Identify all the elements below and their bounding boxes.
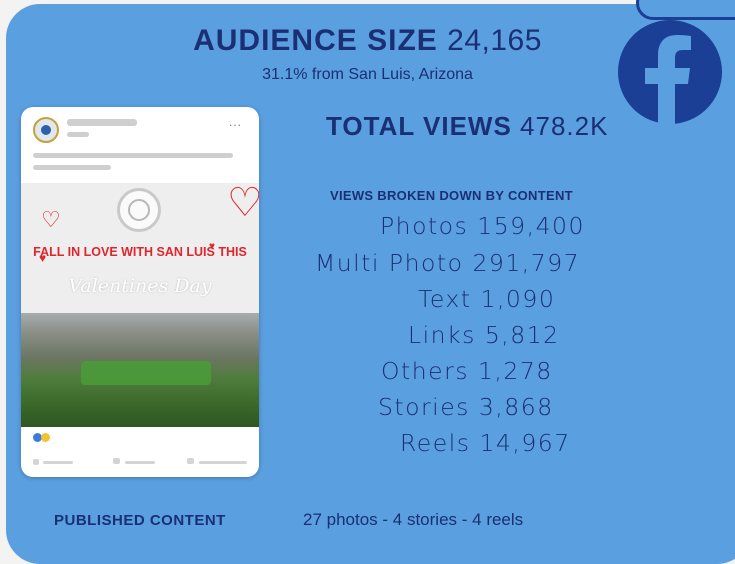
heart-icon: ♡ bbox=[227, 181, 259, 225]
total-views: TOTAL VIEWS 478.2K bbox=[326, 111, 608, 142]
comment-icon bbox=[113, 458, 120, 464]
breakdown-label: Multi Photo bbox=[315, 249, 464, 277]
placeholder-bar bbox=[125, 461, 155, 464]
breakdown-label: Text bbox=[418, 285, 472, 313]
audience-size-value: 24,165 bbox=[447, 24, 542, 57]
audience-subtitle: 31.1% from San Luis, Arizona bbox=[262, 66, 473, 83]
placeholder-bar bbox=[33, 165, 111, 170]
post-image: ♡ ♥ ♥ ♡ FALL IN LOVE WITH SAN LUIS THIS … bbox=[21, 183, 259, 477]
breakdown-row-links: Links 5,812 bbox=[408, 321, 560, 349]
breakdown-row-photos: Photos 159,400 bbox=[380, 212, 585, 240]
total-views-label: TOTAL VIEWS bbox=[326, 111, 512, 141]
more-options-icon: ... bbox=[229, 115, 243, 129]
breakdown-value: 3,868 bbox=[478, 393, 554, 421]
breakdown-label: Photos bbox=[380, 212, 469, 240]
decorative-frame bbox=[636, 0, 735, 20]
avatar bbox=[33, 117, 59, 143]
placeholder-bar bbox=[67, 132, 89, 137]
placeholder-bar bbox=[33, 153, 233, 158]
published-content-value: 27 photos - 4 stories - 4 reels bbox=[303, 510, 524, 529]
breakdown-value: 291,797 bbox=[472, 249, 581, 277]
breakdown-row-text: Text 1,090 bbox=[418, 285, 555, 313]
love-reaction-icon bbox=[41, 433, 50, 442]
placeholder-bar bbox=[67, 119, 137, 126]
post-script-text: Valentines Day bbox=[68, 275, 212, 297]
city-seal-icon bbox=[117, 188, 161, 232]
breakdown-label: Others bbox=[381, 357, 469, 385]
heart-icon: ♡ bbox=[41, 207, 61, 232]
breakdown-heading: VIEWS BROKEN DOWN BY CONTENT bbox=[330, 188, 573, 203]
like-icon bbox=[33, 459, 39, 465]
breakdown-label: Links bbox=[408, 321, 476, 349]
breakdown-row-stories: Stories 3,868 bbox=[378, 393, 554, 421]
breakdown-label: Stories bbox=[378, 393, 470, 421]
share-icon bbox=[187, 458, 194, 464]
placeholder-bar bbox=[43, 461, 73, 464]
breakdown-row-reels: Reels 14,967 bbox=[400, 429, 571, 457]
breakdown-value: 14,967 bbox=[479, 429, 571, 457]
breakdown-label: Reels bbox=[400, 429, 471, 457]
post-preview: ... ♡ ♥ ♥ ♡ FALL IN LOVE WITH SAN LUIS T… bbox=[21, 107, 259, 477]
total-views-value: 478.2K bbox=[520, 111, 609, 141]
breakdown-row-others: Others 1,278 bbox=[381, 357, 553, 385]
breakdown-value: 1,278 bbox=[477, 357, 553, 385]
breakdown-value: 159,400 bbox=[477, 212, 585, 240]
breakdown-value: 1,090 bbox=[480, 285, 556, 313]
image-field bbox=[81, 361, 211, 385]
audience-size: AUDIENCE SIZE 24,165 bbox=[0, 24, 735, 58]
audience-size-label: AUDIENCE SIZE bbox=[193, 24, 438, 57]
post-headline: FALL IN LOVE WITH SAN LUIS THIS bbox=[33, 245, 247, 259]
published-content-label: PUBLISHED CONTENT bbox=[54, 512, 226, 529]
placeholder-bar bbox=[199, 461, 247, 464]
breakdown-value: 5,812 bbox=[484, 321, 560, 349]
breakdown-row-multi-photo: Multi Photo 291,797 bbox=[315, 249, 580, 277]
